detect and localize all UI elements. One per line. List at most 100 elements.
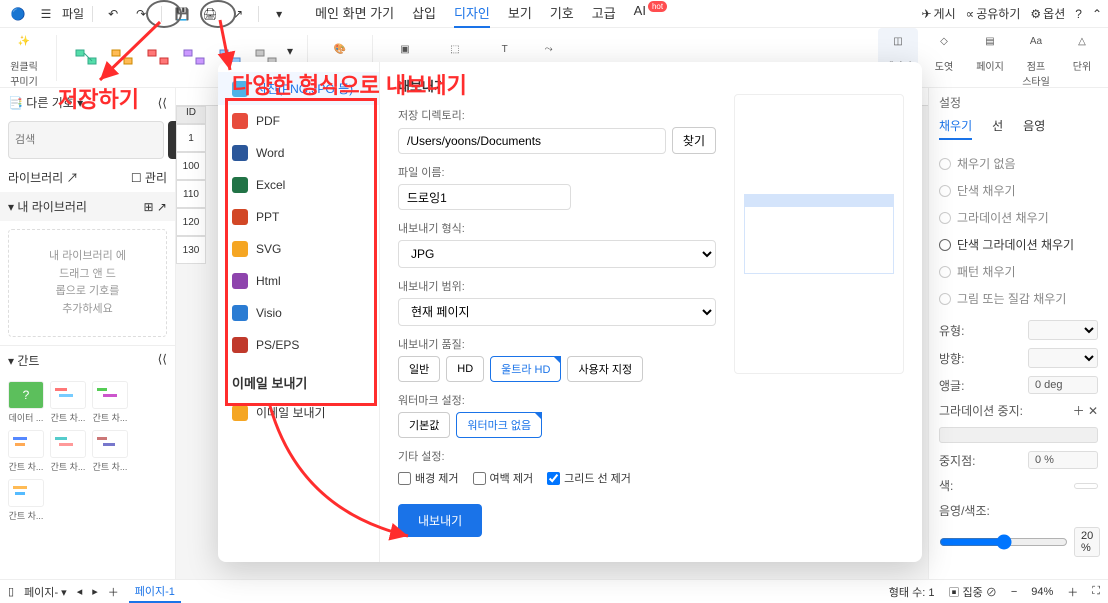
range-select[interactable]: 현재 페이지 bbox=[398, 298, 716, 326]
gantt-thumb-6[interactable]: 간트 차... bbox=[8, 479, 44, 522]
format-word[interactable]: Word bbox=[218, 137, 379, 169]
gantt-thumb-2[interactable]: 간트 차... bbox=[92, 381, 128, 424]
gantt-thumb-5[interactable]: 간트 차... bbox=[92, 430, 128, 473]
gantt-thumb-0[interactable]: ?데이터 ... bbox=[8, 381, 44, 424]
quality-custom[interactable]: 사용자 지정 bbox=[567, 356, 643, 382]
theme-sample-1[interactable] bbox=[71, 44, 103, 72]
shape-button[interactable]: ◇도엿 bbox=[924, 28, 964, 88]
remove-margin-check[interactable]: 여백 제거 bbox=[473, 470, 534, 486]
email-send-item[interactable]: 이메일 보내기 bbox=[218, 396, 379, 429]
tab-insert[interactable]: 삽입 bbox=[412, 0, 436, 28]
undo-icon[interactable]: ↶ bbox=[101, 2, 125, 26]
tab-home[interactable]: 메인 화면 가기 bbox=[315, 0, 394, 28]
fullscreen-icon[interactable]: ⛶ bbox=[1092, 585, 1100, 598]
my-library-add-icon[interactable]: ⊞ ↗ bbox=[144, 200, 167, 214]
midpoint-value[interactable]: 0 % bbox=[1028, 451, 1098, 469]
collapse-icon[interactable]: ⌃ bbox=[1092, 7, 1102, 21]
page-layout-icon[interactable]: ▯ bbox=[8, 585, 14, 598]
theme-sample-2[interactable] bbox=[107, 44, 139, 72]
angle-value[interactable]: 0 deg bbox=[1028, 376, 1098, 394]
zoom-level[interactable]: 94% bbox=[1031, 586, 1053, 598]
save-dir-input[interactable] bbox=[398, 128, 666, 154]
format-excel[interactable]: Excel bbox=[218, 169, 379, 201]
page-button[interactable]: ▤페이지 bbox=[970, 28, 1010, 88]
tab-shadow[interactable]: 음영 bbox=[1023, 117, 1045, 140]
page-add-icon[interactable]: ＋ bbox=[108, 584, 119, 600]
file-name-input[interactable] bbox=[398, 184, 571, 210]
gantt-collapse-icon[interactable]: ⟨⟨ bbox=[158, 352, 167, 369]
format-html[interactable]: Html bbox=[218, 265, 379, 297]
page-dropdown[interactable]: 페이지- ▾ bbox=[24, 584, 67, 600]
my-library-toggle[interactable]: ▾ 내 라이브러리 bbox=[8, 198, 87, 215]
page-tab-1[interactable]: 페이지-1 bbox=[129, 581, 181, 603]
print-icon[interactable]: 🖨 bbox=[198, 2, 222, 26]
watermark-default[interactable]: 기본값 bbox=[398, 412, 450, 438]
format-ppt[interactable]: PPT bbox=[218, 201, 379, 233]
gantt-thumb-3[interactable]: 간트 차... bbox=[8, 430, 44, 473]
row-header[interactable]: 130 bbox=[176, 236, 206, 264]
zoom-out-icon[interactable]: − bbox=[1011, 586, 1017, 598]
remove-bg-check[interactable]: 배경 제거 bbox=[398, 470, 459, 486]
tab-view[interactable]: 보기 bbox=[508, 0, 532, 28]
find-button[interactable]: 찾기 bbox=[672, 127, 716, 154]
page-next-icon[interactable]: ▸ bbox=[92, 585, 98, 598]
quality-ultra[interactable]: 울트라 HD bbox=[490, 356, 561, 382]
row-header[interactable]: 1 bbox=[176, 124, 206, 152]
share-button[interactable]: ∝ 공유하기 bbox=[966, 5, 1021, 22]
fill-pattern[interactable]: 패턴 채우기 bbox=[939, 258, 1098, 285]
color-swatch[interactable] bbox=[1074, 483, 1098, 489]
format-select[interactable]: JPG bbox=[398, 240, 716, 268]
type-select[interactable] bbox=[1028, 320, 1098, 340]
row-header[interactable]: 100 bbox=[176, 152, 206, 180]
fill-solid[interactable]: 단색 채우기 bbox=[939, 177, 1098, 204]
format-pdf[interactable]: PDF bbox=[218, 105, 379, 137]
tab-line[interactable]: 선 bbox=[992, 117, 1003, 140]
export-icon[interactable]: ↗ bbox=[226, 2, 250, 26]
row-header[interactable]: 120 bbox=[176, 208, 206, 236]
format-visio[interactable]: Visio bbox=[218, 297, 379, 329]
tab-design[interactable]: 디자인 bbox=[454, 0, 490, 28]
help-icon[interactable]: ? bbox=[1075, 7, 1082, 21]
caret-icon[interactable]: ▾ bbox=[267, 2, 291, 26]
page-prev-icon[interactable]: ◂ bbox=[77, 585, 83, 598]
row-header[interactable]: 110 bbox=[176, 180, 206, 208]
symbol-dropdown[interactable]: 📑 다른 기호 ▾ bbox=[8, 94, 83, 111]
focus-toggle[interactable]: ▣ 집중 ⊘ bbox=[948, 584, 996, 600]
gantt-thumb-1[interactable]: 간트 차... bbox=[50, 381, 86, 424]
dir-select[interactable] bbox=[1028, 348, 1098, 368]
menu-icon[interactable]: ☰ bbox=[34, 2, 58, 26]
watermark-none[interactable]: 워터마크 없음 bbox=[456, 412, 542, 438]
format-ps[interactable]: PS/EPS bbox=[218, 329, 379, 361]
file-menu[interactable]: 파일 bbox=[62, 5, 84, 22]
fill-gradient[interactable]: 그라데이션 채우기 bbox=[939, 204, 1098, 231]
tab-fill[interactable]: 채우기 bbox=[939, 117, 972, 140]
options-button[interactable]: ⚙ 옵션 bbox=[1030, 5, 1065, 22]
export-button[interactable]: 내보내기 bbox=[398, 504, 482, 537]
gantt-thumb-4[interactable]: 간트 차... bbox=[50, 430, 86, 473]
fill-none[interactable]: 채우기 없음 bbox=[939, 150, 1098, 177]
gradstop-add-icon[interactable]: ＋ ✕ bbox=[1073, 402, 1098, 419]
quality-hd[interactable]: HD bbox=[446, 356, 484, 382]
quality-normal[interactable]: 일반 bbox=[398, 356, 440, 382]
gradient-slider[interactable] bbox=[939, 427, 1098, 443]
redo-icon[interactable]: ↷ bbox=[129, 2, 153, 26]
theme-sample-4[interactable] bbox=[179, 44, 211, 72]
theme-sample-3[interactable] bbox=[143, 44, 175, 72]
format-svg[interactable]: SVG bbox=[218, 233, 379, 265]
brightness-value[interactable]: 20 % bbox=[1074, 527, 1100, 557]
tab-advanced[interactable]: 고급 bbox=[592, 0, 616, 28]
format-image[interactable]: 사진(PNG,JPG 등) bbox=[218, 72, 379, 105]
app-menu-icon[interactable]: 🔵 bbox=[6, 2, 30, 26]
manage-link[interactable]: ☐ 관리 bbox=[131, 169, 167, 186]
save-icon[interactable]: 💾 bbox=[170, 2, 194, 26]
gantt-toggle[interactable]: ▾ 간트 bbox=[8, 352, 39, 369]
fill-solid-gradient[interactable]: 단색 그라데이션 채우기 bbox=[939, 231, 1098, 258]
tab-ai[interactable]: AIhot bbox=[634, 0, 667, 28]
library-label[interactable]: 라이브러리 ↗ bbox=[8, 169, 79, 186]
tab-symbol[interactable]: 기호 bbox=[550, 0, 574, 28]
publish-button[interactable]: ✈ 게시 bbox=[921, 5, 955, 22]
zoom-in-icon[interactable]: ＋ bbox=[1067, 584, 1078, 600]
oneclick-decorate[interactable]: ✨ 원클릭 꾸미기 bbox=[6, 28, 42, 88]
remove-grid-check[interactable]: 그리드 선 제거 bbox=[547, 470, 631, 486]
search-input[interactable] bbox=[8, 121, 164, 159]
